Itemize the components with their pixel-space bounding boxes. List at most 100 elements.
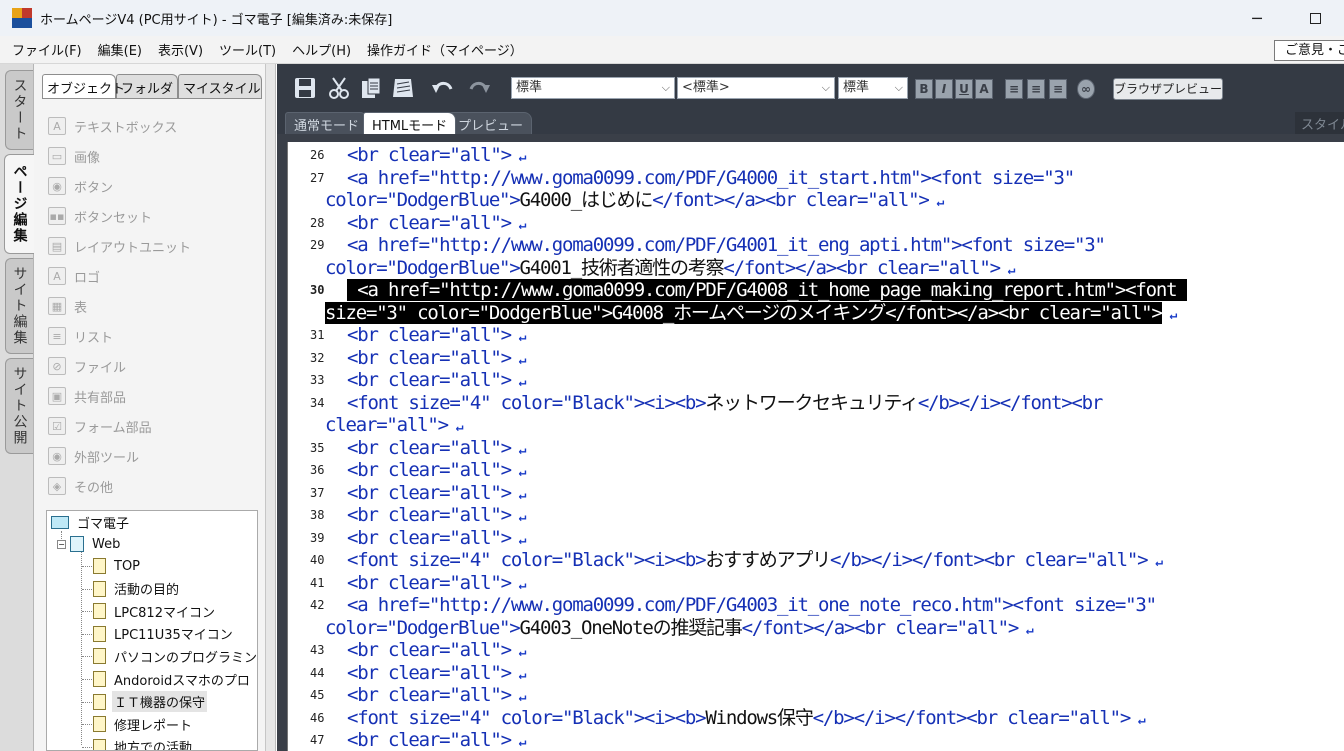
line-break-icon: ↵ — [510, 690, 527, 705]
line-break-icon: ↵ — [1018, 622, 1034, 638]
vtab-site-edit[interactable]: サイト編集 — [5, 258, 33, 354]
collapse-icon[interactable]: − — [57, 539, 66, 549]
html-code-editor[interactable]: 26 <br clear="all"> ↵ 27 <a href="http://ww… — [287, 142, 1344, 751]
browser-preview-button[interactable]: ブラウザプレビュー — [1113, 78, 1223, 100]
line-number: 33 — [310, 373, 325, 387]
redo-icon[interactable] — [467, 76, 491, 100]
line-number: 47 — [310, 733, 325, 747]
line-break-icon: ↵ — [510, 217, 527, 233]
object-item[interactable]: ≡ リスト — [48, 325, 113, 347]
shared-parts-icon: ▣ — [48, 387, 66, 405]
underline-button[interactable]: U — [955, 79, 973, 99]
tree-root[interactable]: ゴマ電子 — [51, 511, 131, 533]
style-select[interactable]: 標準 ⌵ — [511, 77, 675, 99]
vtab-start[interactable]: スタート — [5, 70, 33, 150]
link-icon[interactable]: ∞ — [1077, 79, 1095, 99]
object-item[interactable]: ☑ フォーム部品 — [48, 415, 152, 437]
tree-page-item[interactable]: パソコンのプログラミング — [93, 645, 258, 667]
tab-preview[interactable]: プレビュー — [449, 112, 533, 134]
object-item-label: リスト — [74, 330, 114, 346]
menu-view[interactable]: 表示(V) — [150, 40, 211, 59]
tree-page-label: 地方での活動 — [114, 741, 193, 751]
tab-html-mode[interactable]: HTMLモード — [363, 112, 457, 134]
object-item[interactable]: ▤ レイアウトユニット — [48, 235, 191, 257]
tree-page-item[interactable]: 活動の目的 — [93, 578, 181, 600]
tab-folder[interactable]: フォルダ — [116, 74, 178, 98]
table-icon: ▦ — [48, 297, 66, 315]
italic-button[interactable]: I — [935, 79, 953, 99]
cut-icon[interactable] — [327, 76, 351, 100]
bold-button[interactable]: B — [915, 79, 933, 99]
page-icon — [93, 738, 106, 750]
vtab-page-edit[interactable]: ページ編集 — [4, 154, 34, 254]
minimize-button[interactable]: ─ — [1228, 0, 1286, 36]
align-center-icon[interactable]: ≡ — [1027, 79, 1045, 99]
paste-icon[interactable] — [391, 76, 415, 100]
object-item[interactable]: ▣ 共有部品 — [48, 385, 126, 407]
feedback-button[interactable]: ご意見・ご — [1274, 40, 1344, 61]
code-text: <a href="http://www.goma0099.com/PDF/G40… — [347, 279, 1187, 301]
maximize-button[interactable] — [1286, 0, 1344, 36]
object-item[interactable]: A ロゴ — [48, 265, 100, 287]
title-bar: ホームページV4 (PC用サイト) - ゴマ電子 [編集済み:未保存] ─ — [0, 0, 1344, 36]
tab-normal-mode[interactable]: 通常モード — [285, 112, 369, 134]
site-tree: ゴマ電子 − Web TOP 活動の目的 LPC812マイコン LPC11U35マイコ… — [46, 510, 258, 751]
menu-help[interactable]: ヘルプ(H) — [284, 40, 359, 59]
menu-tools[interactable]: ツール(T) — [211, 40, 284, 59]
vtab-site-publish[interactable]: サイト公開 — [5, 358, 33, 454]
code-text: <a href="http://www.goma0099.com/PDF/G40… — [347, 234, 1106, 256]
other-icon: ◈ — [48, 477, 66, 495]
site-folder-icon — [51, 515, 69, 529]
copy-icon[interactable] — [359, 76, 383, 100]
object-panel-tabs: オブジェクト フォルダ マイスタイル — [42, 74, 266, 98]
code-text: <font size="4" color="Black"><i><b>ネットワー… — [347, 391, 1103, 414]
tree-page-item[interactable]: LPC11U35マイコン — [93, 623, 235, 645]
tree-page-item[interactable]: Andoroidスマホのプロ — [93, 668, 252, 690]
undo-icon[interactable] — [431, 76, 455, 100]
line-break-icon: ↵ — [1161, 307, 1178, 323]
tree-page-item[interactable]: LPC812マイコン — [93, 600, 217, 622]
align-right-icon[interactable]: ≡ — [1049, 79, 1067, 99]
tree-page-label: LPC11U35マイコン — [114, 628, 233, 644]
object-item[interactable]: ▪▪ ボタンセット — [48, 205, 152, 227]
menu-guide[interactable]: 操作ガイド（マイページ） — [359, 40, 531, 59]
object-item[interactable]: ▭ 画像 — [48, 145, 100, 167]
tree-page-item[interactable]: ＩＴ機器の保守 — [93, 691, 208, 713]
line-number: 45 — [310, 688, 325, 702]
save-icon[interactable] — [293, 76, 317, 100]
line-number: 26 — [310, 148, 325, 162]
object-item[interactable]: ◈ その他 — [48, 475, 113, 497]
line-break-icon: ↵ — [510, 150, 527, 165]
object-item[interactable]: ◉ 外部ツール — [48, 445, 139, 467]
menu-file[interactable]: ファイル(F) — [0, 40, 90, 59]
object-item-label: フォーム部品 — [74, 420, 152, 436]
maximize-icon — [1309, 12, 1321, 24]
line-break-icon: ↵ — [1147, 555, 1164, 570]
tab-my-style[interactable]: マイスタイル — [178, 74, 262, 98]
tree-page-label: パソコンのプログラミング — [114, 650, 258, 666]
tree-page-item[interactable]: TOP — [93, 555, 142, 577]
object-item[interactable]: ▦ 表 — [48, 295, 87, 317]
external-tool-icon: ◉ — [48, 447, 66, 465]
object-item[interactable]: ⊘ ファイル — [48, 355, 126, 377]
panel-splitter[interactable] — [266, 64, 276, 751]
object-list: A テキストボックス ▭ 画像 ◉ ボタン ▪▪ ボタンセット ▤ レイアウトユニット A ロゴ ▦ 表 ≡… — [42, 98, 262, 508]
layout-unit-icon: ▤ — [48, 237, 66, 255]
object-item-label: 外部ツール — [74, 450, 140, 466]
tree-web[interactable]: − Web — [57, 533, 122, 555]
font-color-button[interactable]: A — [975, 79, 993, 99]
object-item[interactable]: A テキストボックス — [48, 115, 177, 137]
menu-edit[interactable]: 編集(E) — [90, 40, 150, 59]
object-item[interactable]: ◉ ボタン — [48, 175, 113, 197]
line-number: 41 — [310, 575, 325, 590]
tree-page-item[interactable]: 修理レポート — [93, 713, 194, 735]
tree-page-item[interactable]: 地方での活動 — [93, 736, 194, 751]
tree-page-label: Andoroidスマホのプロ — [114, 673, 250, 689]
window-title: ホームページV4 (PC用サイト) - ゴマ電子 [編集済み:未保存] — [40, 12, 393, 28]
tab-objects[interactable]: オブジェクト — [42, 74, 125, 98]
font-size-select[interactable]: 標準 ⌵ — [838, 77, 908, 99]
paragraph-select[interactable]: <標準> ⌵ — [677, 77, 835, 99]
align-left-icon[interactable]: ≡ — [1005, 79, 1023, 99]
style-panel-label[interactable]: スタイル — [1295, 112, 1344, 134]
object-item-label: 表 — [74, 300, 88, 316]
